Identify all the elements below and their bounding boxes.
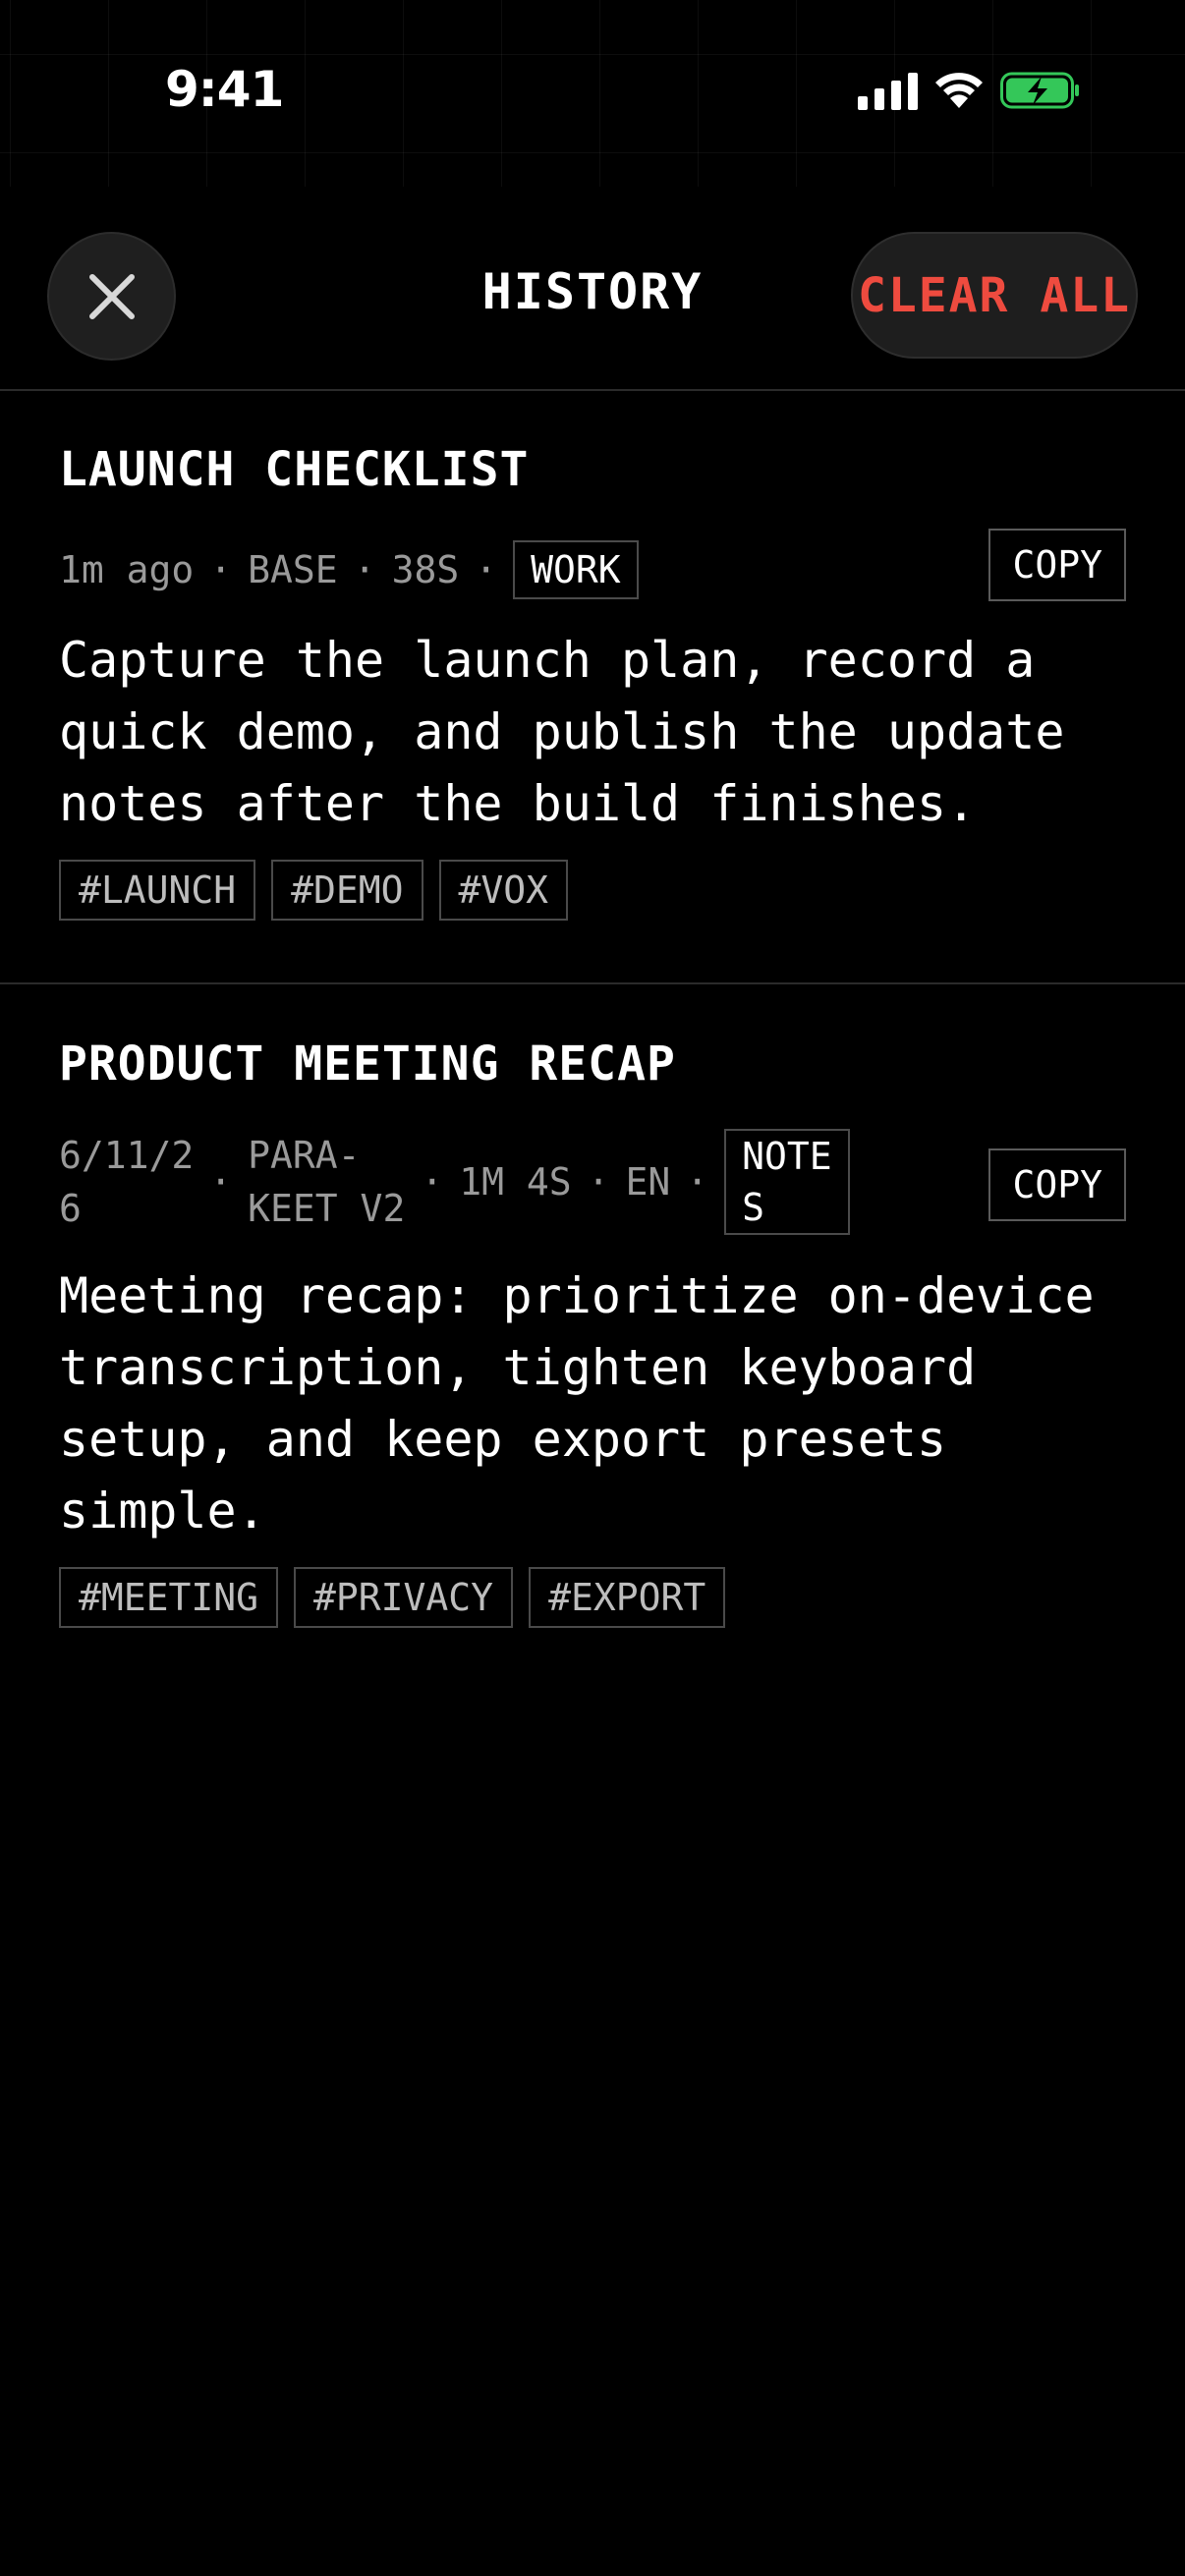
tag-list: #LAUNCH #DEMO #VOX	[59, 860, 1126, 921]
history-item: PRODUCT MEETING RECAP 6/11/2 6 · PARA- K…	[59, 1035, 1126, 1628]
tag-chip[interactable]: #VOX	[438, 860, 569, 921]
folder-badge[interactable]: WORK	[513, 540, 639, 599]
header-divider	[0, 389, 1185, 391]
meta-separator: ·	[209, 548, 233, 591]
cellular-signal-icon	[858, 71, 918, 110]
meta-separator: ·	[686, 1160, 709, 1204]
tag-chip[interactable]: #DEMO	[271, 860, 423, 921]
item-model: BASE	[248, 548, 338, 591]
item-meta: 1m ago · BASE · 38S · WORK COPY	[59, 529, 1126, 601]
tag-chip[interactable]: #LAUNCH	[59, 860, 256, 921]
item-model-line: KEET V2	[248, 1187, 406, 1230]
meta-separator: ·	[587, 1160, 610, 1204]
item-model-line: PARA-	[248, 1134, 361, 1177]
item-divider	[0, 982, 1185, 984]
meta-separator: ·	[209, 1160, 233, 1204]
wifi-icon	[935, 73, 983, 108]
tag-chip[interactable]: #PRIVACY	[294, 1567, 514, 1628]
tag-chip[interactable]: #MEETING	[59, 1567, 279, 1628]
folder-badge[interactable]: NOTE S	[724, 1129, 850, 1235]
copy-button[interactable]: COPY	[988, 1148, 1126, 1221]
item-title: PRODUCT MEETING RECAP	[59, 1036, 676, 1092]
status-time: 9:41	[165, 61, 284, 118]
item-duration: 1M 4S	[459, 1160, 572, 1204]
history-item: LAUNCH CHECKLIST 1m ago · BASE · 38S · W…	[59, 440, 1126, 921]
item-date-line: 6	[59, 1187, 82, 1230]
clear-all-button[interactable]: CLEAR ALL	[851, 232, 1138, 359]
status-icons	[858, 71, 1081, 110]
item-time: 1m ago	[59, 548, 195, 591]
meta-separator: ·	[353, 548, 376, 591]
meta-separator: ·	[475, 548, 498, 591]
item-duration: 38S	[391, 548, 460, 591]
item-model: PARA- KEET V2	[248, 1129, 405, 1235]
item-language: EN	[625, 1160, 671, 1204]
item-transcript: Capture the launch plan, record a quick …	[59, 632, 1065, 832]
item-transcript: Meeting recap: prioritize on-device tran…	[59, 1267, 1095, 1540]
copy-button[interactable]: COPY	[988, 529, 1126, 601]
item-meta: 6/11/2 6 · PARA- KEET V2 · 1M 4S · EN · …	[59, 1129, 1126, 1235]
item-title: LAUNCH CHECKLIST	[59, 442, 530, 497]
tag-chip[interactable]: #EXPORT	[529, 1567, 726, 1628]
meta-separator: ·	[421, 1160, 444, 1204]
folder-badge-line: NOTE	[742, 1135, 832, 1178]
item-date-line: 6/11/2	[59, 1134, 195, 1177]
item-date: 6/11/2 6	[59, 1129, 194, 1235]
battery-charging-icon	[1000, 72, 1079, 109]
tag-list: #MEETING #PRIVACY #EXPORT	[59, 1567, 1126, 1628]
folder-badge-line: S	[742, 1186, 765, 1229]
